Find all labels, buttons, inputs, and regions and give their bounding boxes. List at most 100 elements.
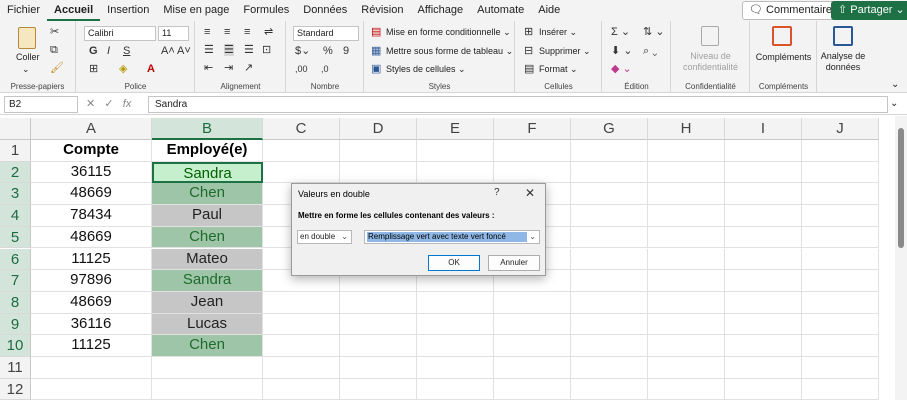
cell[interactable] [571, 378, 648, 400]
cell-header-compte[interactable]: Compte [31, 140, 152, 162]
cell[interactable] [417, 357, 494, 379]
cell[interactable] [802, 335, 879, 357]
tab-donnees[interactable]: Données [296, 0, 354, 21]
increase-indent-icon[interactable]: ⇥ [224, 62, 233, 74]
wrap-text-icon[interactable]: ⇌ [264, 26, 273, 38]
cell[interactable] [725, 226, 802, 249]
cell[interactable] [417, 313, 494, 336]
cell[interactable] [571, 161, 648, 184]
autosum-icon[interactable]: Σ ⌄ [611, 26, 630, 38]
row-header-3[interactable]: 3 [0, 183, 31, 206]
column-header-e[interactable]: E [417, 118, 494, 140]
italic-icon[interactable]: I [107, 45, 110, 57]
cell-employe[interactable]: Sandra [152, 270, 263, 292]
tab-affichage[interactable]: Affichage [410, 0, 470, 21]
column-header-b[interactable]: B [152, 118, 263, 140]
font-name-select[interactable]: Calibri [84, 26, 156, 41]
cell[interactable] [648, 205, 725, 227]
tab-formules[interactable]: Formules [236, 0, 296, 21]
cell[interactable] [648, 313, 725, 336]
format-select[interactable]: Remplissage vert avec texte vert foncé ⌄ [364, 230, 540, 244]
column-header-j[interactable]: J [802, 118, 879, 140]
addins-icon[interactable] [772, 26, 792, 46]
cell-compte[interactable]: 11125 [31, 335, 152, 357]
tab-accueil[interactable]: Accueil [47, 0, 101, 21]
cell[interactable] [725, 248, 802, 271]
row-header-7[interactable]: 7 [0, 270, 31, 292]
cell[interactable] [571, 226, 648, 249]
clear-icon[interactable]: ◆ ⌄ [611, 63, 632, 75]
cell[interactable] [725, 205, 802, 227]
row-header-12[interactable]: 12 [0, 378, 31, 400]
duplicate-type-select[interactable]: en double ⌄ [297, 230, 352, 244]
cell[interactable] [571, 357, 648, 379]
insert-cells-icon[interactable]: ⊞ [524, 26, 533, 38]
cell[interactable] [725, 313, 802, 336]
row-header-2[interactable]: 2 [0, 161, 31, 184]
column-header-c[interactable]: C [263, 118, 340, 140]
borders-icon[interactable]: ⊞ [89, 63, 98, 75]
cell[interactable] [571, 270, 648, 292]
delete-cells-button[interactable]: Supprimer ⌄ [539, 46, 591, 57]
cell[interactable] [340, 357, 417, 379]
cell[interactable] [263, 161, 340, 184]
cell[interactable] [571, 140, 648, 162]
cell[interactable] [494, 161, 571, 184]
shrink-font-icon[interactable]: A˅ [177, 45, 191, 57]
fx-icon[interactable]: fx [123, 98, 132, 110]
cell[interactable] [417, 140, 494, 162]
copy-icon[interactable]: ⧉ [50, 44, 58, 56]
cell[interactable] [263, 291, 340, 314]
cell[interactable] [802, 357, 879, 379]
align-top-icon[interactable]: ≡ [204, 26, 210, 38]
cell-compte[interactable]: 36115 [31, 161, 152, 184]
align-bottom-icon[interactable]: ≡ [244, 26, 250, 38]
column-header-f[interactable]: F [494, 118, 571, 140]
cell-employe[interactable]: Chen [152, 183, 263, 206]
cell[interactable] [340, 161, 417, 184]
row-header-8[interactable]: 8 [0, 291, 31, 314]
comments-button[interactable]: 🗨 Commentaires [742, 1, 845, 20]
cell[interactable] [725, 161, 802, 184]
cell-compte[interactable]: 97896 [31, 270, 152, 292]
cell-employe[interactable]: Sandra [152, 161, 263, 184]
cell[interactable] [340, 378, 417, 400]
column-header-h[interactable]: H [648, 118, 725, 140]
align-center-icon[interactable]: ☰ [224, 44, 234, 56]
cell-compte[interactable]: 48669 [31, 226, 152, 249]
tab-automate[interactable]: Automate [470, 0, 531, 21]
tab-aide[interactable]: Aide [531, 0, 567, 21]
cell[interactable] [417, 378, 494, 400]
cell[interactable] [152, 357, 263, 379]
cell[interactable] [571, 205, 648, 227]
cell-compte[interactable]: 48669 [31, 291, 152, 314]
align-middle-icon[interactable]: ≡ [224, 26, 230, 38]
font-color-icon[interactable]: A [147, 63, 155, 75]
cell-compte[interactable]: 11125 [31, 248, 152, 271]
cell[interactable] [802, 270, 879, 292]
cell[interactable] [571, 248, 648, 271]
cell[interactable] [31, 378, 152, 400]
cell-employe[interactable]: Jean [152, 291, 263, 314]
format-cells-button[interactable]: Format ⌄ [539, 64, 578, 75]
cell[interactable] [802, 291, 879, 314]
format-as-table-button[interactable]: Mettre sous forme de tableau ⌄ [386, 46, 513, 57]
cell[interactable] [571, 291, 648, 314]
cell[interactable] [494, 291, 571, 314]
row-header-6[interactable]: 6 [0, 248, 31, 271]
merge-icon[interactable]: ⊡ [262, 44, 271, 56]
cell[interactable] [340, 291, 417, 314]
column-header-a[interactable]: A [31, 118, 152, 140]
cell[interactable] [494, 313, 571, 336]
cell[interactable] [648, 357, 725, 379]
cell[interactable] [648, 291, 725, 314]
vertical-scrollbar[interactable] [895, 116, 907, 400]
cell[interactable] [648, 248, 725, 271]
cell[interactable] [802, 226, 879, 249]
align-right-icon[interactable]: ☰ [244, 44, 254, 56]
cell[interactable] [802, 161, 879, 184]
cell[interactable] [802, 205, 879, 227]
sensitivity-icon[interactable] [701, 26, 719, 46]
cell[interactable] [340, 335, 417, 357]
grow-font-icon[interactable]: A˄ [161, 45, 175, 57]
